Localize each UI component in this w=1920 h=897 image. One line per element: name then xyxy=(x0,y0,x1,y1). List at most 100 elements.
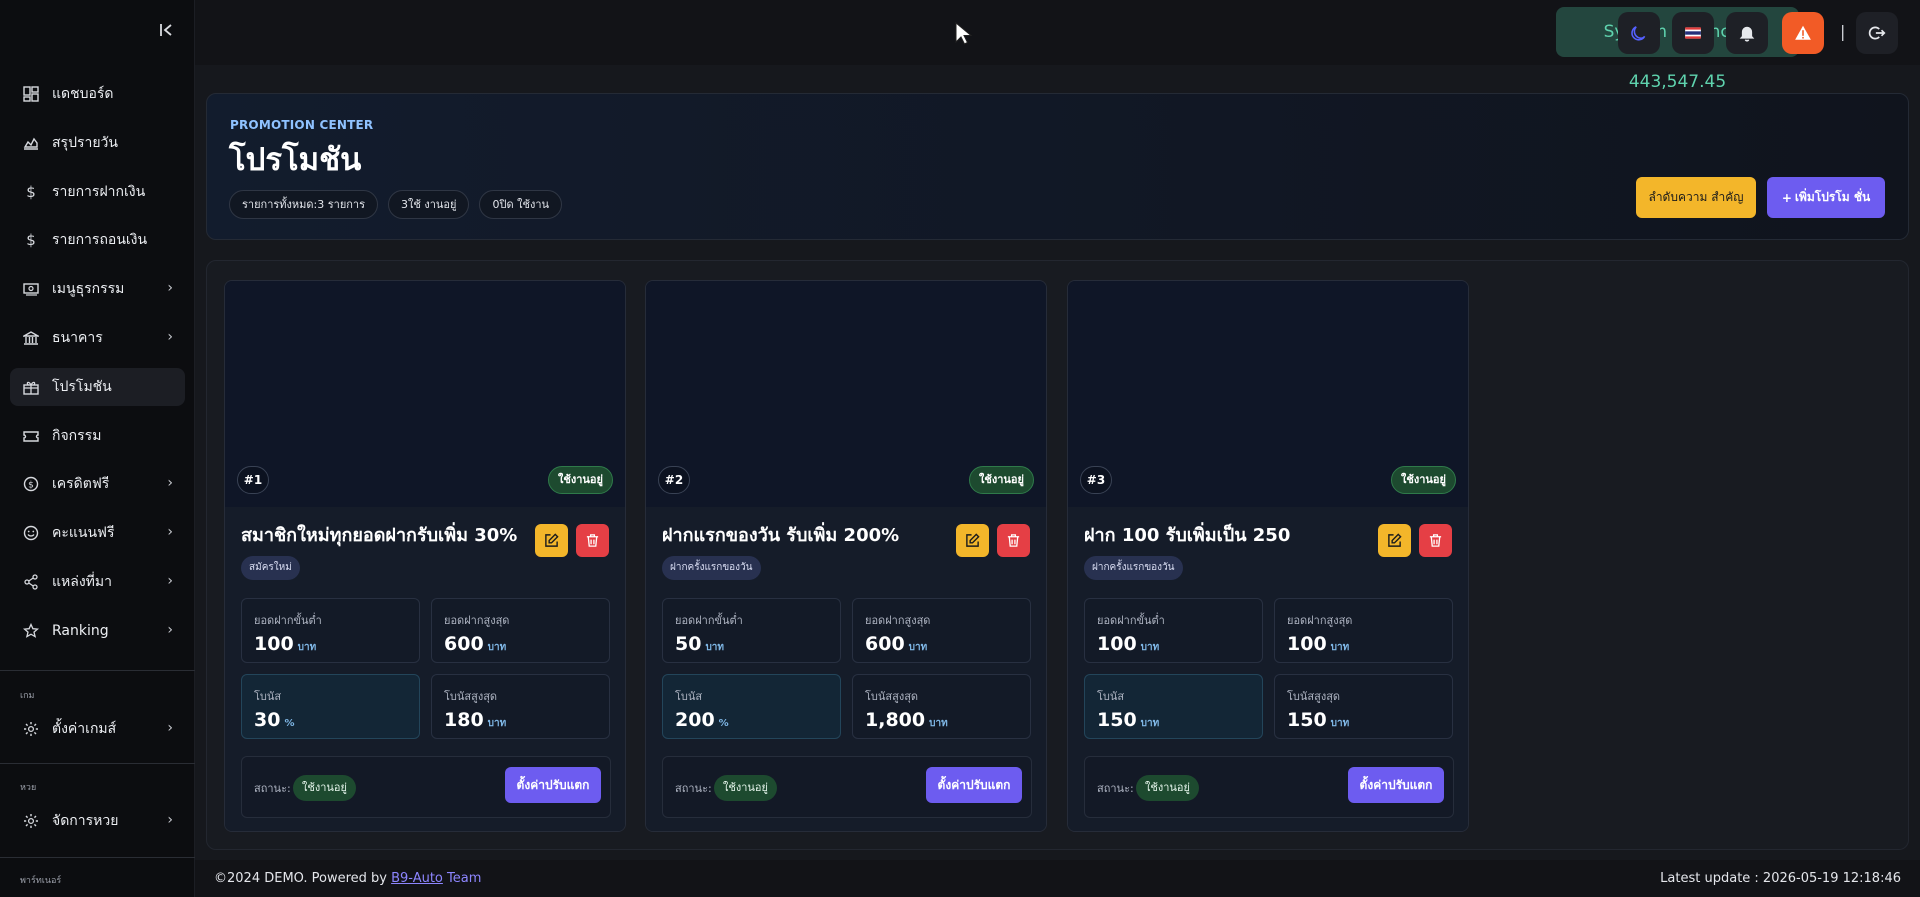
promotion-title: ฝากแรกของวัน รับเพิ่ม 200% xyxy=(662,525,900,546)
promotion-number: #1 xyxy=(237,466,269,494)
alert-button[interactable] xyxy=(1782,12,1824,54)
sidebar-item-label: สรุปรายวัน xyxy=(52,134,118,151)
chevron-right-icon: › xyxy=(167,812,173,828)
logout-button[interactable] xyxy=(1856,12,1898,54)
stat-value: 100 บาท xyxy=(1097,633,1160,655)
sidebar-item-withdrawals[interactable]: $ รายการถอนเงิน xyxy=(10,221,185,259)
sidebar-item-deposits[interactable]: $ รายการฝากเงิน xyxy=(10,173,185,211)
collapse-left-icon[interactable] xyxy=(156,22,176,42)
gear-icon xyxy=(22,720,40,738)
sidebar-item-game-settings[interactable]: ตั้งค่าเกมส์ › xyxy=(10,710,185,748)
stat-label: ยอดฝากสูงสุด xyxy=(865,614,931,627)
mouse-cursor-icon xyxy=(955,22,973,45)
sidebar-item-label: Ranking xyxy=(52,622,109,639)
stat-max-bonus: โบนัสสูงสุด 1,800 บาท xyxy=(852,674,1031,739)
stat-min-deposit: ยอดฝากขั้นต่ำ 100 บาท xyxy=(1084,598,1263,663)
pill-total: รายการทั้งหมด:3 รายการ xyxy=(229,190,379,219)
sidebar-divider xyxy=(0,857,195,858)
stat-bonus: โบนัส 150 บาท xyxy=(1084,674,1263,739)
stat-max-bonus: โบนัสสูงสุด 150 บาท xyxy=(1274,674,1453,739)
sidebar-item-label: คะแนนฟรี xyxy=(52,525,115,542)
edit-icon xyxy=(966,533,980,547)
stat-value: 1,800 บาท xyxy=(865,709,948,731)
stat-max-deposit: ยอดฝากสูงสุด 100 บาท xyxy=(1274,598,1453,663)
svg-text:$: $ xyxy=(28,481,34,491)
stat-label: โบนัสสูงสุด xyxy=(865,690,919,703)
adjust-settings-button[interactable]: ตั้งค่าปรับแตก xyxy=(926,767,1022,803)
promotion-footer: สถานะ: ใช้งานอยู่ ตั้งค่าปรับแตก xyxy=(662,756,1032,818)
sidebar-item-daily-summary[interactable]: สรุปรายวัน xyxy=(10,124,185,162)
promotion-tag: ฝากครั้งแรกของวัน xyxy=(662,556,761,580)
adjust-settings-button[interactable]: ตั้งค่าปรับแตก xyxy=(1348,767,1444,803)
sort-priority-button[interactable]: ลำดับความ สำคัญ xyxy=(1636,177,1756,218)
promotion-footer: สถานะ: ใช้งานอยู่ ตั้งค่าปรับแตก xyxy=(1084,756,1454,818)
sidebar-item-label: แดชบอร์ด xyxy=(52,86,114,102)
topbar: System Balance : 443,547.45 | xyxy=(195,0,1920,92)
stat-label: โบนัส xyxy=(675,690,703,703)
sidebar-item-dashboard[interactable]: แดชบอร์ด xyxy=(10,75,185,113)
powered-by-link[interactable]: B9-Auto xyxy=(391,871,443,886)
pill-inactive: 0ปิด ใช้งาน xyxy=(479,190,563,219)
stat-value: 100 บาท xyxy=(254,633,317,655)
sidebar-item-lottery-manage[interactable]: จัดการหวย › xyxy=(10,802,185,840)
coin-icon: $ xyxy=(22,475,40,493)
page-footer: ©2024 DEMO. Powered by B9-Auto Team Late… xyxy=(195,860,1920,897)
add-promotion-button[interactable]: + เพิ่มโปรโม ชั่น xyxy=(1767,177,1885,218)
edit-button[interactable] xyxy=(535,524,568,557)
section-title-partner: พาร์ทเนอร์ xyxy=(20,876,62,886)
language-button[interactable] xyxy=(1672,12,1714,54)
moon-icon xyxy=(1631,26,1646,41)
stat-value: 150 บาท xyxy=(1287,709,1350,731)
gift-icon xyxy=(22,378,40,396)
ticket-icon xyxy=(22,427,40,445)
stat-value: 150 บาท xyxy=(1097,709,1160,731)
stat-label: โบนัส xyxy=(254,690,282,703)
bell-icon xyxy=(1739,26,1755,42)
stat-value: 30% xyxy=(254,709,295,731)
promotion-card: #3 ใช้งานอยู่ ฝาก 100 รับเพิ่มเป็น 250 ฝ… xyxy=(1067,280,1469,832)
delete-button[interactable] xyxy=(997,524,1030,557)
sidebar-item-ranking[interactable]: Ranking › xyxy=(10,612,185,650)
adjust-settings-button[interactable]: ตั้งค่าปรับแตก xyxy=(505,767,601,803)
summary-pills: รายการทั้งหมด:3 รายการ 3ใช้ งานอยู่ 0ปิด… xyxy=(229,190,563,219)
stat-bonus: โบนัส 30% xyxy=(241,674,420,739)
sidebar-item-label: จัดการหวย xyxy=(52,813,119,829)
sidebar-item-free-credit[interactable]: $ เครดิตฟรี › xyxy=(10,465,185,503)
stat-max-deposit: ยอดฝากสูงสุด 600 บาท xyxy=(431,598,610,663)
edit-button[interactable] xyxy=(956,524,989,557)
stat-label: โบนัสสูงสุด xyxy=(1287,690,1341,703)
sidebar-item-sources[interactable]: แหล่งที่มา › xyxy=(10,563,185,601)
trash-icon xyxy=(586,534,599,547)
notifications-button[interactable] xyxy=(1726,12,1768,54)
stat-label: ยอดฝากสูงสุด xyxy=(1287,614,1353,627)
promotion-details: ฝาก 100 รับเพิ่มเป็น 250 ฝากครั้งแรกของว… xyxy=(1068,507,1468,831)
warning-icon xyxy=(1795,25,1811,40)
status-badge: ใช้งานอยู่ xyxy=(969,466,1034,494)
sidebar-item-transactions[interactable]: เมนูธุรกรรม › xyxy=(10,270,185,308)
edit-button[interactable] xyxy=(1378,524,1411,557)
stat-value: 180 บาท xyxy=(444,709,507,731)
dashboard-icon xyxy=(22,85,40,103)
sidebar-item-activities[interactable]: กิจกรรม xyxy=(10,417,185,455)
delete-button[interactable] xyxy=(1419,524,1452,557)
delete-button[interactable] xyxy=(576,524,609,557)
sidebar-item-label: รายการถอนเงิน xyxy=(52,232,148,249)
status-label: สถานะ: xyxy=(254,782,291,795)
sidebar-item-bank[interactable]: ธนาคาร › xyxy=(10,319,185,357)
theme-toggle-button[interactable] xyxy=(1618,12,1660,54)
stat-label: ยอดฝากสูงสุด xyxy=(444,614,510,627)
chevron-right-icon: › xyxy=(167,572,173,589)
chart-area-icon xyxy=(22,134,40,152)
copyright-text: ©2024 DEMO. Powered by xyxy=(214,871,392,886)
gear-icon xyxy=(22,812,40,830)
sidebar-item-free-points[interactable]: คะแนนฟรี › xyxy=(10,514,185,552)
promotion-title: สมาชิกใหม่ทุกยอดฝากรับเพิ่ม 30% xyxy=(241,525,518,546)
sidebar-group-game: ตั้งค่าเกมส์ › xyxy=(10,710,185,759)
promotion-list: #1 ใช้งานอยู่ สมาชิกใหม่ทุกยอดฝากรับเพิ่… xyxy=(206,260,1909,850)
promotion-header: PROMOTION CENTER โปรโมชัน รายการทั้งหมด:… xyxy=(206,93,1909,240)
stat-max-deposit: ยอดฝากสูงสุด 600 บาท xyxy=(852,598,1031,663)
dollar-icon: $ xyxy=(26,231,36,250)
share-icon xyxy=(22,573,40,591)
smile-icon xyxy=(22,524,40,542)
sidebar-item-promotions[interactable]: โปรโมชัน xyxy=(10,367,185,406)
